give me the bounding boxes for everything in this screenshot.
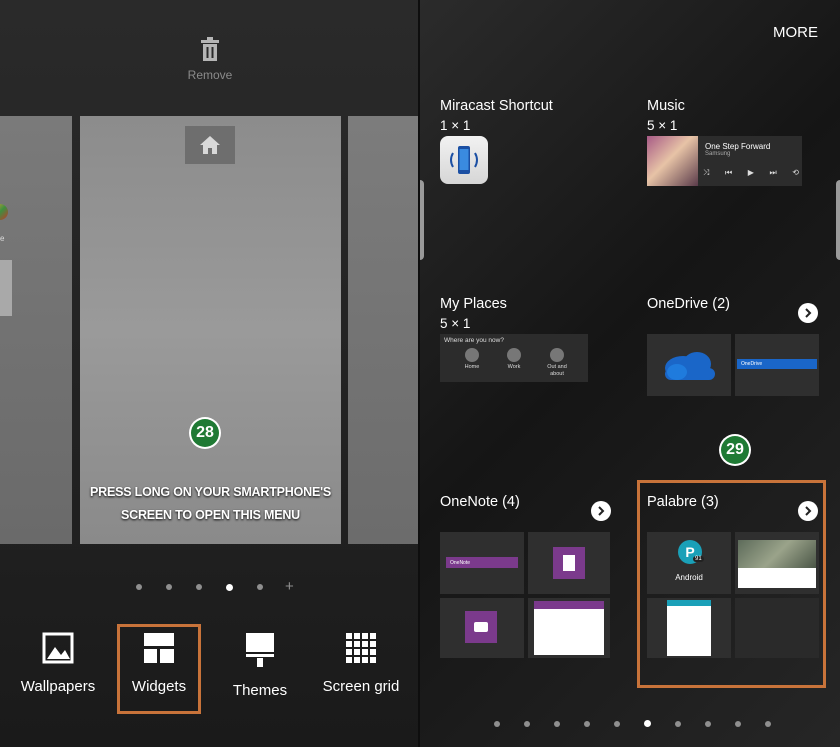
page-indicator (482, 720, 783, 727)
places-prompt: Where are you now? (444, 337, 504, 344)
widgets-highlight (117, 624, 201, 714)
repeat-icon[interactable]: ⟲ (792, 168, 799, 178)
play-icon[interactable]: ▶ (748, 168, 754, 178)
palabre-highlight (637, 480, 826, 688)
app-icon-label: e (0, 234, 5, 243)
shuffle-icon[interactable]: ⤨ (703, 168, 709, 178)
page-dot[interactable] (675, 720, 681, 727)
new-page-icon (553, 547, 585, 579)
widget-title: Music (647, 98, 685, 114)
themes-button[interactable]: Themes (210, 632, 310, 699)
page-dot[interactable] (494, 720, 500, 727)
onedrive-bar: OneDrive (737, 359, 817, 369)
edge-handle (420, 180, 424, 260)
more-button[interactable]: MORE (773, 24, 818, 41)
chevron-right-icon (805, 308, 812, 318)
home-screen-editor: Remove e 28 PRESS LONG ON YOUR SMARTPHON… (0, 0, 418, 747)
onenote-expand-button[interactable] (591, 501, 611, 521)
onenote-bar: OneNote (446, 557, 518, 568)
song-title: One Step Forward (705, 142, 771, 151)
work-place-icon (507, 348, 521, 362)
notes-list-preview (534, 601, 604, 655)
camera-icon (465, 611, 497, 643)
paintbrush-icon (246, 633, 274, 667)
page-dot[interactable] (554, 720, 560, 727)
page-dot[interactable] (614, 720, 620, 727)
music-controls: ⤨ ⏮ ▶ ⏭ ⟲ (703, 168, 799, 178)
miracast-phone-icon (450, 146, 478, 174)
home-icon (200, 136, 220, 154)
image-icon (42, 632, 74, 664)
place-home[interactable]: Home (462, 348, 482, 370)
place-work[interactable]: Work (504, 348, 524, 370)
widget-size: 5 × 1 (440, 316, 471, 331)
page-dot[interactable] (226, 583, 233, 591)
widget-title: OneNote (4) (440, 494, 520, 510)
walking-place-icon (550, 348, 564, 362)
instruction-text: PRESS LONG ON YOUR SMARTPHONE'S SCREEN T… (80, 481, 341, 527)
onenote-widget-new-page[interactable] (528, 532, 610, 594)
page-dot[interactable] (196, 584, 202, 590)
music-widget[interactable]: One Step Forward Samsung ⤨ ⏮ ▶ ⏭ ⟲ (647, 136, 802, 186)
app-icon (0, 204, 8, 220)
instruction-line: SCREEN TO OPEN THIS MENU (120, 508, 301, 522)
miracast-widget[interactable] (440, 136, 488, 184)
place-label: Out and about (547, 364, 567, 377)
page-indicator: + (124, 579, 294, 594)
onedrive-widget-bar[interactable]: OneDrive (735, 334, 819, 396)
widget-fragment (0, 260, 12, 316)
trash-icon (201, 37, 219, 61)
home-screen-previous[interactable]: e (0, 116, 72, 544)
tool-label: Wallpapers (20, 678, 96, 695)
my-places-widget[interactable]: Where are you now? Home Work Out and abo… (440, 334, 588, 382)
widget-size: 5 × 1 (647, 118, 678, 133)
tool-label: Themes (232, 682, 288, 699)
page-dot[interactable] (584, 720, 590, 727)
place-out[interactable]: Out and about (544, 348, 570, 378)
widget-title: OneDrive (2) (647, 296, 730, 312)
set-default-home-button[interactable] (185, 126, 235, 164)
home-screen-next[interactable] (348, 116, 418, 544)
page-dot[interactable] (136, 584, 142, 590)
screen-grid-button[interactable]: Screen grid (311, 632, 411, 695)
edge-handle (836, 180, 840, 260)
wallpapers-button[interactable]: Wallpapers (8, 632, 108, 695)
next-icon[interactable]: ⏭ (770, 168, 777, 178)
page-dot[interactable] (644, 720, 651, 727)
widget-title: My Places (440, 296, 507, 312)
album-art (647, 136, 698, 186)
onedrive-expand-button[interactable] (798, 303, 818, 323)
widget-size: 1 × 1 (440, 118, 471, 133)
chevron-right-icon (598, 506, 605, 516)
step-badge: 29 (719, 434, 751, 466)
previous-icon[interactable]: ⏮ (725, 168, 732, 178)
remove-target[interactable]: Remove (180, 36, 240, 82)
add-page-icon[interactable]: + (285, 579, 294, 594)
onenote-widget-bar[interactable]: OneNote (440, 532, 524, 594)
page-dot[interactable] (735, 720, 741, 727)
page-dot[interactable] (524, 720, 530, 727)
onedrive-brand: OneDrive (741, 361, 763, 367)
cloud-icon (665, 352, 715, 380)
onenote-widget-list[interactable] (528, 598, 610, 658)
place-label: Work (507, 364, 521, 370)
song-artist: Samsung (705, 151, 731, 157)
onedrive-widget-cloud[interactable] (647, 334, 731, 396)
page-dot[interactable] (705, 720, 711, 727)
place-label: Home (464, 364, 480, 370)
home-place-icon (465, 348, 479, 362)
remove-label: Remove (187, 68, 233, 82)
tool-label: Screen grid (322, 678, 400, 695)
onenote-brand: OneNote (450, 560, 471, 566)
home-screen-current[interactable] (80, 116, 341, 544)
page-dot[interactable] (166, 584, 172, 590)
widget-title: Miracast Shortcut (440, 98, 553, 114)
page-dot[interactable] (257, 584, 263, 590)
onenote-widget-camera[interactable] (440, 598, 524, 658)
grid-icon (346, 633, 376, 663)
instruction-line: PRESS LONG ON YOUR SMARTPHONE'S (89, 485, 332, 499)
page-dot[interactable] (765, 720, 771, 727)
step-badge: 28 (189, 417, 221, 449)
